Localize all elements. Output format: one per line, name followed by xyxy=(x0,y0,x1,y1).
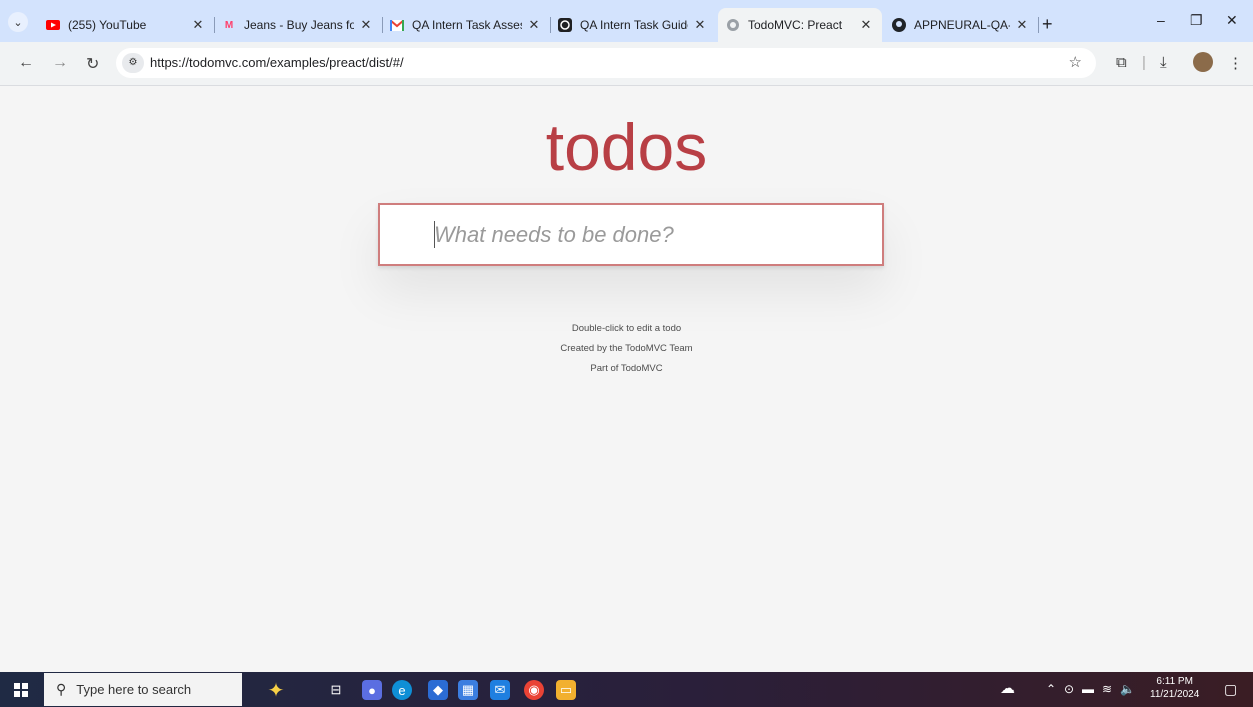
reload-icon[interactable]: ↻ xyxy=(86,54,99,74)
task-view-icon[interactable]: ⊟ xyxy=(326,680,346,700)
tab-title: Jeans - Buy Jeans for xyxy=(244,18,354,32)
meet-now-icon[interactable]: ⊙ xyxy=(1064,682,1074,696)
tab-search-chevron-icon[interactable]: ⌄ xyxy=(8,12,28,32)
window-close-icon[interactable]: ✕ xyxy=(1226,12,1238,29)
search-icon: ⚲ xyxy=(56,681,67,697)
page-title: todos xyxy=(545,110,708,184)
gmail-icon xyxy=(390,18,404,32)
close-icon[interactable]: ✕ xyxy=(692,17,708,33)
clock-date: 11/21/2024 xyxy=(1150,689,1200,700)
clock-time: 6:11 PM xyxy=(1156,676,1193,687)
new-todo-container xyxy=(378,203,884,266)
tab-title: TodoMVC: Preact xyxy=(748,18,843,32)
restore-icon[interactable]: ❐ xyxy=(1190,12,1203,29)
close-icon[interactable]: ✕ xyxy=(526,17,542,33)
youtube-icon xyxy=(46,18,60,32)
close-icon[interactable]: ✕ xyxy=(358,17,374,33)
new-todo-input[interactable] xyxy=(434,219,854,251)
tab-myntra[interactable]: M Jeans - Buy Jeans for ✕ xyxy=(214,8,383,42)
taskbar-clock[interactable]: 6:11 PM 11/21/2024 xyxy=(1150,675,1199,701)
copilot-sparkle-icon[interactable]: ✦ xyxy=(256,680,296,702)
address-bar[interactable]: ⚙ https://todomvc.com/examples/preact/di… xyxy=(116,48,1096,78)
volume-icon[interactable]: 🔈 xyxy=(1120,682,1135,696)
toolbar-divider: | xyxy=(1142,54,1146,71)
tab-strip: ⌄ (255) YouTube ✕ M Jeans - Buy Jeans fo… xyxy=(0,0,1253,42)
file-explorer-icon[interactable]: ▭ xyxy=(556,680,576,700)
minimize-icon[interactable]: – xyxy=(1157,12,1165,28)
myntra-icon: M xyxy=(224,19,234,31)
new-tab-plus-icon[interactable]: + xyxy=(1042,14,1053,35)
windows-taskbar: ⚲ Type here to search ✦ ⊟ ● e ◆ ▦ ✉ ◉ ▭ … xyxy=(0,672,1253,707)
menu-kebab-icon[interactable]: ⋮ xyxy=(1228,54,1243,72)
close-icon[interactable]: ✕ xyxy=(858,17,874,33)
chatgpt-icon xyxy=(558,18,572,32)
github-icon xyxy=(892,18,906,32)
info-credits: Created by the TodoMVC Team xyxy=(560,343,693,354)
taskbar-search-placeholder: Type here to search xyxy=(76,682,192,697)
close-icon[interactable]: ✕ xyxy=(190,17,206,33)
tab-title: (255) YouTube xyxy=(68,18,147,32)
bookmark-star-icon[interactable]: ☆ xyxy=(1069,53,1082,71)
weather-icon[interactable]: ☁ xyxy=(1000,679,1015,697)
text-caret xyxy=(434,221,435,248)
tab-title: APPNEURAL-QA-Inte xyxy=(914,18,1010,32)
browser-toolbar: ← → ↻ ⚙ https://todomvc.com/examples/pre… xyxy=(0,42,1253,86)
tab-youtube[interactable]: (255) YouTube ✕ xyxy=(38,8,215,42)
extensions-icon[interactable]: ⧉ xyxy=(1116,54,1127,71)
url-text[interactable]: https://todomvc.com/examples/preact/dist… xyxy=(150,55,404,70)
download-icon[interactable]: ⤓ xyxy=(1160,54,1167,71)
tab-chatgpt[interactable]: QA Intern Task Guide ✕ xyxy=(550,8,716,42)
forward-arrow-icon[interactable]: → xyxy=(52,54,68,72)
tray-chevron-up-icon[interactable]: ⌃ xyxy=(1046,682,1056,696)
tab-separator xyxy=(1038,17,1039,33)
info-edit-hint: Double-click to edit a todo xyxy=(571,323,682,334)
back-arrow-icon[interactable]: ← xyxy=(18,54,34,72)
info-part-of-link[interactable]: Part of TodoMVC xyxy=(0,363,1253,374)
wifi-icon[interactable]: ≋ xyxy=(1102,682,1112,696)
copilot-blue-icon[interactable]: ◆ xyxy=(428,680,448,700)
tab-title: QA Intern Task Guide xyxy=(580,18,688,32)
copilot-app-icon[interactable]: ● xyxy=(362,680,382,700)
tab-title: QA Intern Task Assess xyxy=(412,18,522,32)
store-icon[interactable]: ▦ xyxy=(458,680,478,700)
tab-gmail[interactable]: QA Intern Task Assess ✕ xyxy=(382,8,551,42)
mail-icon[interactable]: ✉ xyxy=(490,680,510,700)
site-info-icon[interactable]: ⚙ xyxy=(122,53,144,73)
chrome-icon[interactable]: ◉ xyxy=(524,680,544,700)
tab-github[interactable]: APPNEURAL-QA-Inte ✕ xyxy=(884,8,1039,42)
windows-start-icon[interactable] xyxy=(14,683,28,697)
taskbar-search-box[interactable]: ⚲ Type here to search xyxy=(44,673,242,706)
notifications-icon[interactable]: ▢ xyxy=(1224,681,1237,698)
todomvc-page: todos Double-click to edit a todo Create… xyxy=(0,87,1253,672)
close-icon[interactable]: ✕ xyxy=(1014,17,1030,33)
tab-todomvc[interactable]: TodoMVC: Preact ✕ xyxy=(718,8,882,42)
profile-avatar[interactable] xyxy=(1193,52,1213,72)
edge-icon[interactable]: e xyxy=(392,680,412,700)
battery-icon[interactable]: ▬ xyxy=(1082,682,1094,696)
globe-icon xyxy=(726,18,740,32)
